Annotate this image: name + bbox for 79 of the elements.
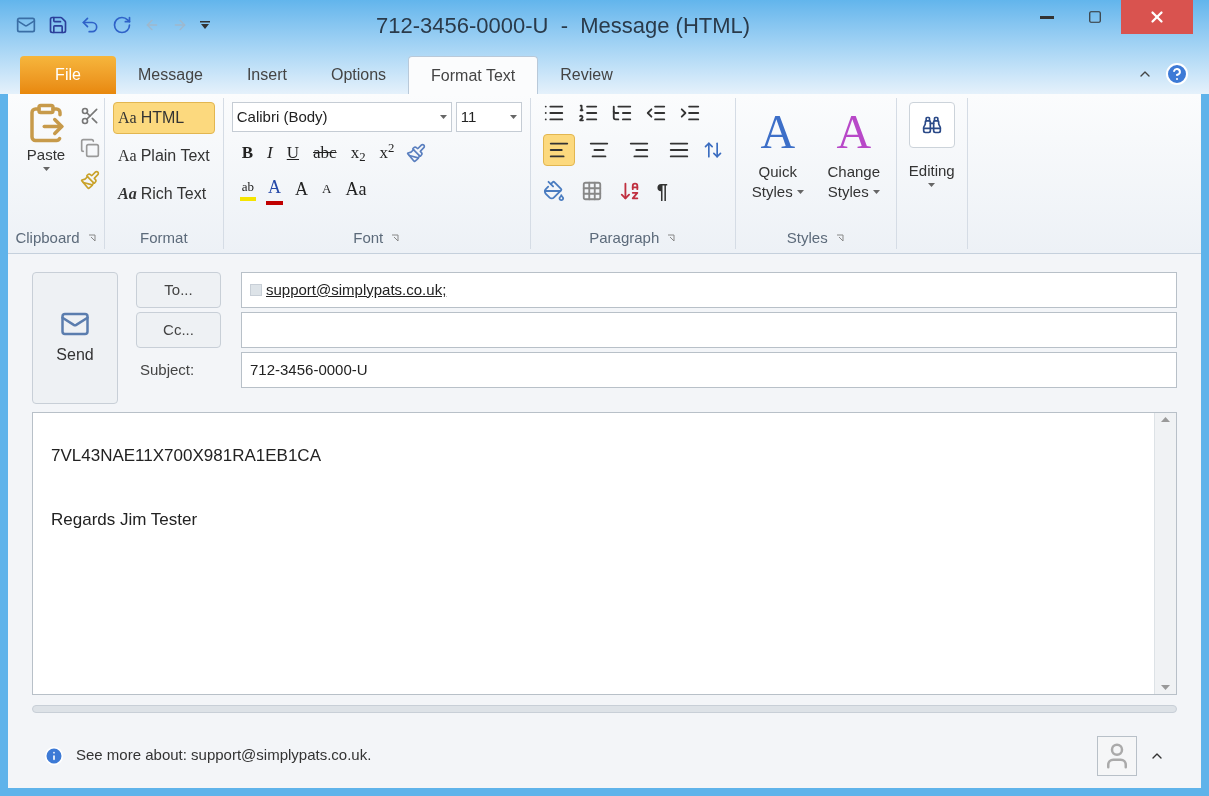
to-button[interactable]: To... bbox=[136, 272, 221, 308]
clear-formatting-icon[interactable] bbox=[406, 142, 427, 163]
font-format-button[interactable]: U bbox=[284, 140, 302, 166]
ribbon-tab[interactable]: Format Text bbox=[408, 56, 539, 94]
format-option[interactable]: Aa HTML bbox=[113, 102, 215, 134]
message-body[interactable]: 7VL43NAE11X700X981RA1EB1CA Regards Jim Tester bbox=[32, 412, 1177, 695]
dropdown-caret-icon bbox=[796, 190, 804, 194]
format-option[interactable]: Aa Plain Text bbox=[113, 140, 215, 172]
ribbon-tab[interactable]: Review bbox=[538, 56, 635, 94]
cc-button[interactable]: Cc... bbox=[136, 312, 221, 348]
close-button[interactable] bbox=[1121, 0, 1193, 34]
copy-icon[interactable] bbox=[80, 138, 100, 158]
font-format-button[interactable]: abc bbox=[311, 140, 339, 166]
scroll-bar[interactable] bbox=[1154, 413, 1176, 694]
cut-icon[interactable] bbox=[80, 106, 100, 126]
font-format-button[interactable]: Aa bbox=[343, 175, 369, 203]
font-name-dropdown[interactable]: Calibri (Body) bbox=[231, 102, 452, 132]
dialog-launcher-icon[interactable] bbox=[87, 233, 97, 243]
recipient-link[interactable]: support@simplypats.co.uk; bbox=[266, 278, 447, 302]
sort-icon[interactable] bbox=[618, 180, 641, 202]
save-icon[interactable] bbox=[48, 15, 68, 35]
align-button[interactable] bbox=[542, 134, 575, 166]
subject-field[interactable]: 712-3456-0000-U bbox=[241, 352, 1177, 388]
status-text: See more about: support@simplypats.co.uk. bbox=[76, 745, 372, 766]
font-format-button[interactable]: x$_{2}$ bbox=[348, 140, 368, 166]
to-field[interactable]: support@simplypats.co.uk; bbox=[241, 272, 1177, 308]
font-format-button[interactable]: x$^{2}$ bbox=[377, 140, 397, 166]
minimize-icon bbox=[1040, 15, 1054, 19]
ribbon-tab[interactable]: Insert bbox=[224, 56, 309, 94]
group-label: Format bbox=[140, 227, 188, 248]
line-spacing-icon[interactable] bbox=[702, 140, 723, 160]
group-label: Font bbox=[353, 227, 384, 248]
body-text: Regards Jim Tester bbox=[51, 508, 199, 531]
paste-button[interactable]: Paste bbox=[20, 102, 72, 190]
dropdown-caret-icon bbox=[872, 190, 880, 194]
font-format-button[interactable]: A bbox=[320, 179, 334, 199]
body-text: 7VL43NAE11X700X981RA1EB1CA bbox=[51, 445, 322, 467]
info-icon bbox=[44, 745, 64, 766]
dialog-launcher-icon[interactable] bbox=[391, 233, 401, 243]
format-option[interactable]: Aa Rich Text bbox=[113, 178, 215, 210]
dropdown-caret-icon bbox=[42, 166, 50, 171]
help-icon[interactable] bbox=[1165, 62, 1189, 86]
group-label: Styles bbox=[786, 227, 828, 248]
show-formatting-button[interactable]: ¶ bbox=[656, 176, 668, 206]
close-icon bbox=[1148, 8, 1166, 26]
maximize-icon bbox=[1088, 10, 1102, 24]
send-button[interactable]: Send bbox=[32, 272, 118, 404]
format-painter-icon[interactable] bbox=[80, 170, 100, 190]
undo-icon[interactable] bbox=[80, 15, 100, 35]
font-format-button[interactable]: B bbox=[239, 140, 256, 166]
binoculars-icon bbox=[921, 115, 942, 135]
dropdown-caret-icon bbox=[439, 115, 447, 119]
group-label: Paragraph bbox=[589, 227, 660, 248]
ribbon-tab[interactable]: Message bbox=[116, 56, 225, 94]
numbering-icon[interactable] bbox=[576, 102, 599, 124]
dialog-launcher-icon[interactable] bbox=[835, 233, 845, 243]
styles-button[interactable]: A Quick Styles bbox=[743, 102, 812, 202]
font-size-dropdown[interactable]: 11 bbox=[455, 102, 522, 132]
subject-label: Subject: bbox=[139, 359, 196, 380]
font-format-button[interactable]: A bbox=[293, 175, 310, 203]
redo-icon[interactable] bbox=[112, 15, 132, 35]
font-format-button[interactable]: I bbox=[265, 140, 275, 166]
borders-icon[interactable] bbox=[580, 180, 603, 202]
window-title: 712-3456-0000-U - Message (HTML) bbox=[376, 11, 751, 40]
font-format-button[interactable]: A bbox=[266, 173, 283, 205]
contact-icon bbox=[250, 284, 262, 296]
styles-button[interactable]: A Change Styles bbox=[819, 102, 888, 202]
ribbon-tab[interactable]: Options bbox=[308, 56, 409, 94]
group-label: Clipboard bbox=[15, 227, 80, 248]
dropdown-caret-icon bbox=[509, 115, 517, 119]
scroll-up-icon[interactable] bbox=[1161, 417, 1170, 422]
contact-picture-icon bbox=[1097, 735, 1137, 776]
cc-field[interactable] bbox=[241, 312, 1177, 348]
customize-toolbar-icon[interactable] bbox=[200, 21, 210, 29]
dropdown-caret-icon bbox=[928, 182, 936, 187]
font-format-button[interactable]: ab bbox=[239, 177, 256, 201]
scroll-down-icon[interactable] bbox=[1161, 685, 1170, 690]
dialog-launcher-icon[interactable] bbox=[667, 233, 677, 243]
shading-icon[interactable] bbox=[542, 180, 565, 202]
